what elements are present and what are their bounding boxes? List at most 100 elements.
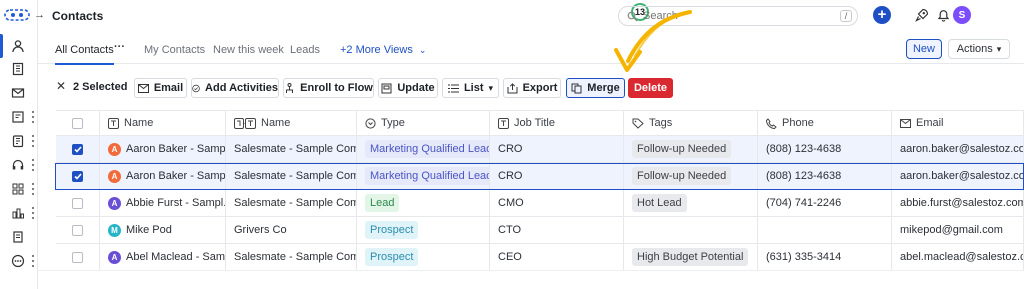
user-avatar[interactable]: S <box>953 6 971 24</box>
horizontal-scrollbar[interactable] <box>38 270 1024 271</box>
clipboard-menu-dots-icon[interactable] <box>31 135 35 147</box>
logo-icon[interactable] <box>4 8 30 22</box>
email-address[interactable]: abel.maclead@salestoz.c... <box>900 251 1023 263</box>
select-all-checkbox[interactable] <box>72 117 83 129</box>
contact-icon[interactable] <box>0 34 27 58</box>
table-row[interactable]: A Abel Maclead - Sam... Salesmate - Sample… <box>56 244 1024 271</box>
more-menu-dots-icon[interactable] <box>31 255 35 267</box>
headset-icon[interactable] <box>9 156 27 174</box>
row-checkbox[interactable] <box>72 224 83 236</box>
company-name-link[interactable]: Salesmate - Sample Com... <box>234 197 356 209</box>
org-menu-dots-icon[interactable] <box>31 207 35 219</box>
header-checkbox-cell <box>56 111 100 135</box>
contact-avatar: A <box>108 250 121 264</box>
contact-name-link[interactable]: Abbie Furst - Sampl... <box>126 197 225 209</box>
tab-leads[interactable]: Leads <box>290 44 320 56</box>
type-chip: Marketing Qualified Lead <box>365 140 489 158</box>
list-dropdown[interactable]: List ▾ <box>442 78 499 98</box>
apps-menu-dots-icon[interactable] <box>31 183 35 195</box>
task-list-icon[interactable] <box>9 108 27 126</box>
table-row[interactable]: A Aaron Baker - Sampl... Salesmate - Sampl… <box>56 136 1024 163</box>
company-icon[interactable] <box>9 60 27 78</box>
task-menu-dots-icon[interactable] <box>31 111 35 123</box>
email-address[interactable]: aaron.baker@salestoz.com <box>900 170 1023 182</box>
delete-button[interactable]: Delete <box>628 78 673 98</box>
tab-new-this-week[interactable]: New this week <box>213 44 284 56</box>
table-row[interactable]: M Mike Pod Grivers Co Prospect CTO mikepod@gm… <box>56 217 1024 244</box>
company-name-cell: Salesmate - Sample Com... <box>226 190 357 216</box>
table-row[interactable]: A Abbie Furst - Sampl... Salesmate - Sampl… <box>56 190 1024 217</box>
rocket-icon[interactable] <box>913 6 931 24</box>
more-views-dropdown[interactable]: +2 More Views ⌄ <box>340 44 426 56</box>
clear-selection-icon[interactable]: ✕ <box>56 79 66 93</box>
company-name-link[interactable]: Grivers Co <box>234 224 287 236</box>
clipboard-icon[interactable] <box>9 132 27 150</box>
new-view-button[interactable]: New <box>906 39 942 59</box>
type-chip: Lead <box>365 194 400 212</box>
phone-number[interactable]: (808) 123-4638 <box>766 170 841 182</box>
column-header-label: Tags <box>649 117 673 129</box>
column-header[interactable]: Tags <box>624 111 758 135</box>
job-title-cell: CMO <box>490 190 624 216</box>
add-activities-button[interactable]: Add Activities <box>191 78 279 98</box>
bell-icon[interactable] <box>934 6 952 24</box>
job-title-text: CMO <box>498 197 524 209</box>
phone-cell <box>758 217 892 243</box>
row-checkbox[interactable] <box>72 170 83 182</box>
column-header[interactable]: Phone <box>758 111 892 135</box>
update-button[interactable]: Update <box>378 78 438 98</box>
row-checkbox[interactable] <box>72 251 83 263</box>
search-input[interactable] <box>643 10 823 22</box>
tab-options-icon[interactable]: ··· <box>114 41 125 53</box>
column-header[interactable]: Name <box>100 111 226 135</box>
mail-icon[interactable] <box>9 84 27 102</box>
headset-menu-dots-icon[interactable] <box>31 159 35 171</box>
contact-name-link[interactable]: Abel Maclead - Sam... <box>126 251 225 263</box>
job-title-cell: CTO <box>490 217 624 243</box>
actions-dropdown[interactable]: Actions ▾ <box>948 39 1010 59</box>
column-header[interactable]: Type <box>357 111 490 135</box>
phone-number[interactable]: (808) 123-4638 <box>766 143 841 155</box>
enroll-to-flow-label: Enroll to Flow <box>300 82 373 94</box>
merge-button[interactable]: Merge <box>566 78 625 98</box>
create-plus-button[interactable]: + <box>873 6 891 24</box>
search-box[interactable]: / <box>618 6 858 26</box>
company-name-cell: Salesmate - Sample Com... <box>226 136 357 162</box>
enroll-to-flow-button[interactable]: Enroll to Flow <box>283 78 374 98</box>
email-address[interactable]: mikepod@gmail.com <box>900 224 1003 236</box>
company-name-link[interactable]: Salesmate - Sample Com... <box>234 170 356 182</box>
list-label: List <box>463 82 484 94</box>
column-header-label: Job Title <box>514 117 555 129</box>
contact-name-link[interactable]: Aaron Baker - Sampl... <box>126 143 225 155</box>
document-icon[interactable] <box>9 228 27 246</box>
company-name-link[interactable]: Salesmate - Sample Com... <box>234 251 356 263</box>
tab-my-contacts[interactable]: My Contacts <box>144 44 205 56</box>
type-chip: Marketing Qualified Lead <box>365 167 489 185</box>
more-icon[interactable] <box>9 252 27 270</box>
email-button[interactable]: Email <box>134 78 187 98</box>
contact-name-cell: A Aaron Baker - Sampl... <box>100 136 226 162</box>
phone-number[interactable]: (704) 741-2246 <box>766 197 841 209</box>
column-header[interactable]: Job Title <box>490 111 624 135</box>
company-name-link[interactable]: Salesmate - Sample Com... <box>234 143 356 155</box>
org-chart-icon[interactable] <box>9 204 27 222</box>
tags-cell <box>624 217 758 243</box>
merge-icon <box>571 83 582 93</box>
tab-all-contacts[interactable]: All Contacts <box>55 44 114 65</box>
email-address[interactable]: abbie.furst@salestoz.com <box>900 197 1023 209</box>
selected-count: 2 Selected <box>73 81 128 93</box>
list-icon <box>447 84 459 92</box>
phone-number[interactable]: (631) 335-3414 <box>766 251 841 263</box>
row-checkbox[interactable] <box>72 197 83 209</box>
row-checkbox[interactable] <box>72 143 83 155</box>
company-name-cell: Grivers Co <box>226 217 357 243</box>
table-row[interactable]: A Aaron Baker - Sampl... Salesmate - Sampl… <box>56 163 1024 190</box>
export-button[interactable]: Export <box>503 78 561 98</box>
column-header[interactable]: Email <box>892 111 1024 135</box>
column-header[interactable]: Name <box>226 111 357 135</box>
email-address[interactable]: aaron.baker@salestoz.com <box>900 143 1023 155</box>
row-checkbox-cell <box>56 163 100 189</box>
contact-name-link[interactable]: Mike Pod <box>126 224 172 236</box>
contact-name-link[interactable]: Aaron Baker - Sampl... <box>126 170 225 182</box>
apps-icon[interactable] <box>9 180 27 198</box>
